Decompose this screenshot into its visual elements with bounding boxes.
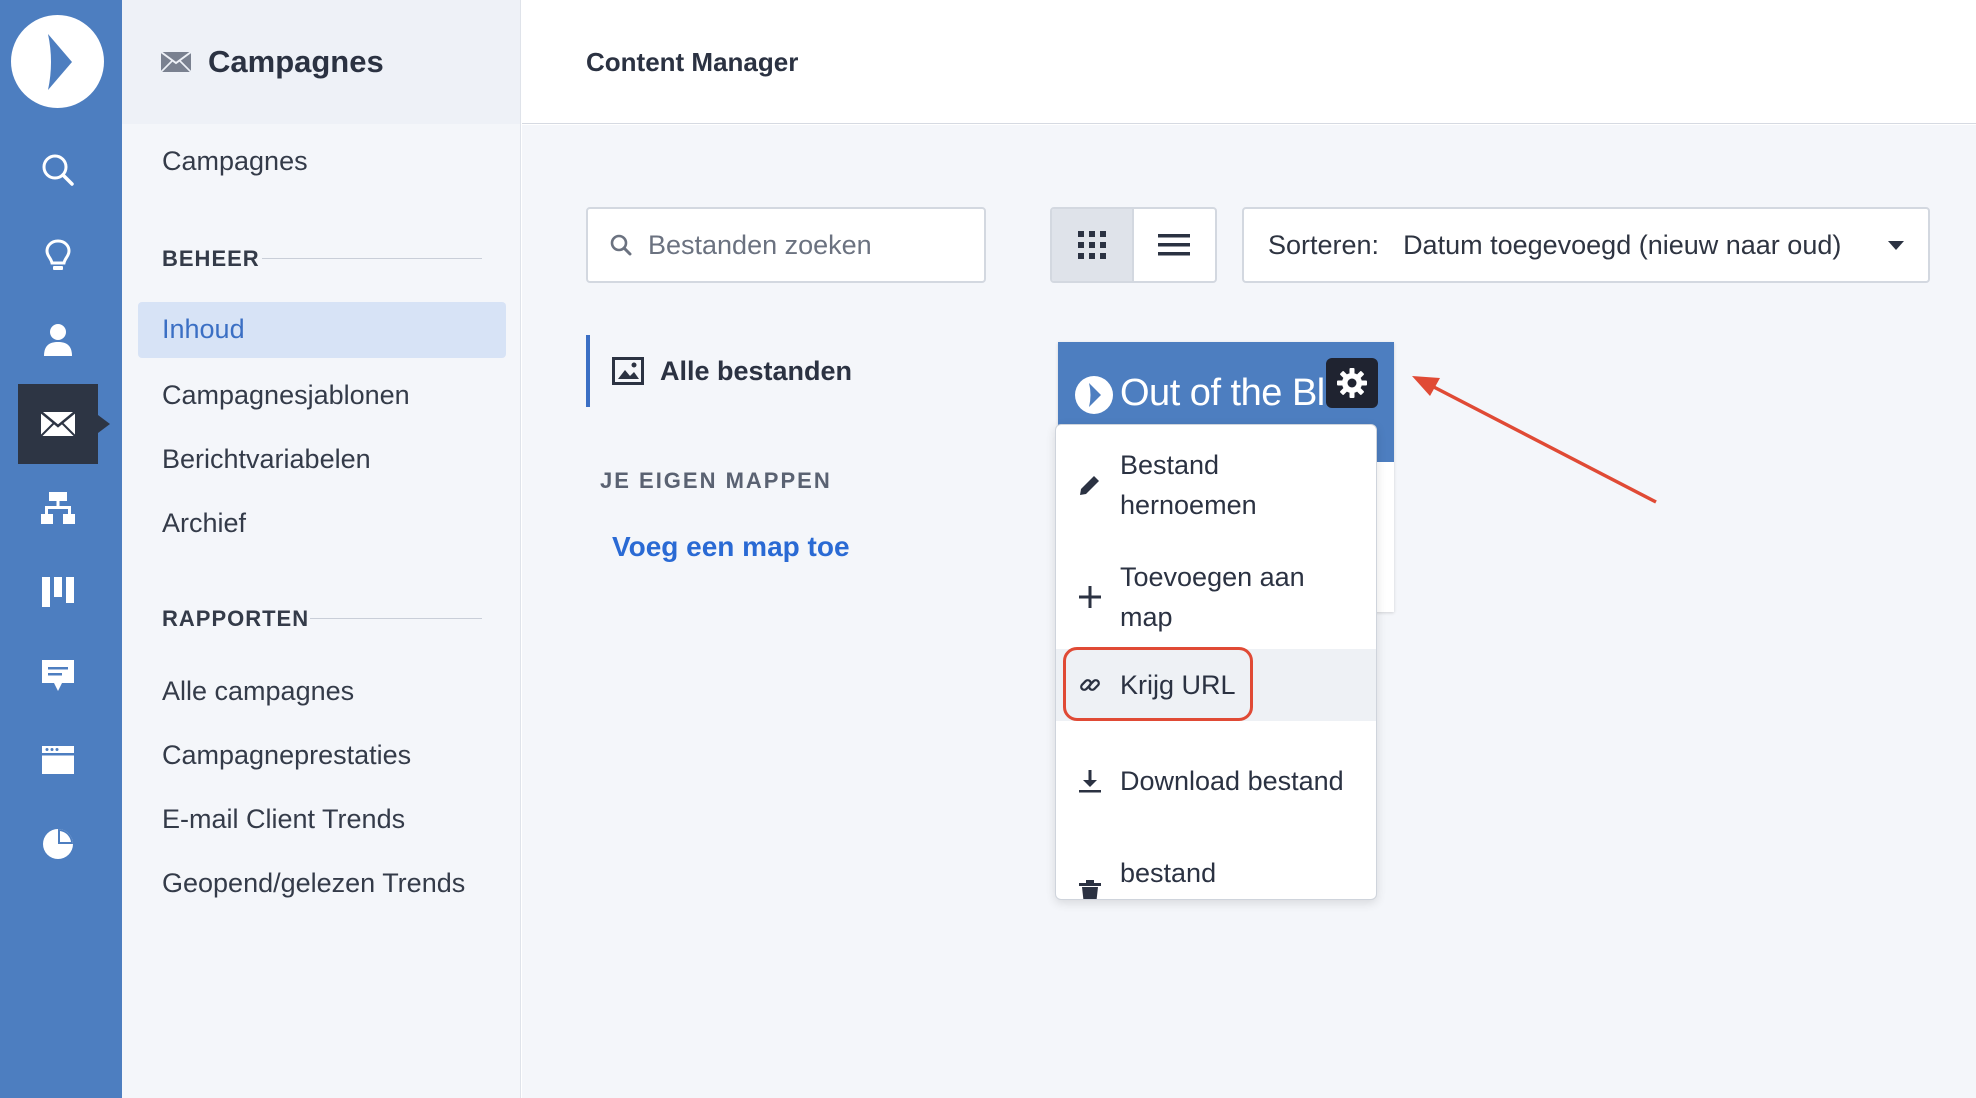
sidebar-title: Campagnes: [208, 44, 384, 79]
grid-icon: [1077, 231, 1106, 259]
menu-item-add-to-folder[interactable]: Toevoegen aan map: [1056, 547, 1376, 647]
sort-selected-value: Datum toegevoegd (nieuw naar oud): [1403, 229, 1842, 260]
file-actions-menu: Bestand hernoemen Toevoegen aan map Krij…: [1055, 424, 1377, 900]
search-input[interactable]: [648, 229, 968, 261]
board-icon: [42, 577, 74, 607]
sidebar-item-campagneprestaties[interactable]: Campagneprestaties: [162, 740, 411, 771]
sidebar-item-campagnes[interactable]: Campagnes: [162, 146, 308, 177]
rail-search[interactable]: [18, 130, 98, 210]
section-heading-rapporten: RAPPORTEN: [162, 606, 310, 631]
sort-dropdown[interactable]: Sorteren: Datum toegevoegd (nieuw naar o…: [1242, 207, 1930, 283]
sidebar-item-geopend-gelezen-trends[interactable]: Geopend/gelezen Trends: [162, 868, 465, 899]
brand-logo-icon: [1075, 376, 1113, 414]
sidebar-item-alle-campagnes[interactable]: Alle campagnes: [162, 676, 354, 707]
rail-campaigns[interactable]: [18, 384, 110, 464]
sidebar-item-campagnesjablonen[interactable]: Campagnesjablonen: [162, 380, 410, 411]
plus-icon: [1076, 583, 1104, 611]
menu-item-label: Toevoegen aan map: [1120, 562, 1305, 632]
icon-rail: [0, 0, 122, 1098]
menu-item-label: Bestand hernoemen: [1120, 450, 1257, 520]
download-icon: [1076, 767, 1104, 795]
grid-view-button[interactable]: [1052, 209, 1134, 281]
list-icon: [1158, 234, 1191, 256]
view-mode-toggle: [1050, 207, 1217, 283]
envelope-icon: [40, 411, 76, 437]
app-logo[interactable]: [11, 15, 104, 108]
sidebar-item-inhoud[interactable]: Inhoud: [138, 302, 506, 358]
folder-all-files[interactable]: Alle bestanden: [586, 335, 886, 407]
section-divider: [262, 258, 482, 259]
annotation-arrow-icon: [1412, 376, 1657, 504]
sidebar-item-email-client-trends[interactable]: E-mail Client Trends: [162, 804, 405, 835]
menu-item-rename[interactable]: Bestand hernoemen: [1056, 435, 1376, 535]
section-divider: [310, 618, 482, 619]
menu-item-download[interactable]: Download bestand: [1056, 731, 1376, 831]
page-title: Content Manager: [586, 47, 799, 77]
search-icon: [42, 154, 74, 186]
sort-label: Sorteren:: [1268, 229, 1380, 260]
campaigns-sidebar: Campagnes Campagnes BEHEER Inhoud Campag…: [122, 0, 521, 1098]
sidebar-item-label: Inhoud: [162, 314, 245, 344]
rail-ideas[interactable]: [18, 216, 98, 296]
lightbulb-icon: [45, 239, 71, 270]
section-heading-beheer: BEHEER: [162, 246, 260, 271]
rail-conversations[interactable]: [18, 636, 98, 716]
search-field[interactable]: [586, 207, 986, 283]
sitemap-icon: [41, 492, 75, 524]
folder-all-files-label: Alle bestanden: [660, 355, 853, 386]
pie-chart-icon: [43, 829, 73, 859]
caret-down-icon: [1888, 241, 1904, 250]
add-folder-link[interactable]: Voeg een map toe: [612, 531, 850, 563]
browser-window-icon: [42, 746, 74, 774]
envelope-icon: [160, 51, 192, 73]
trash-icon: [1076, 879, 1104, 899]
sidebar-header: Campagnes: [122, 0, 520, 124]
rail-website[interactable]: [18, 720, 98, 800]
sidebar-item-berichtvariabelen[interactable]: Berichtvariabelen: [162, 444, 371, 475]
chat-icon: [42, 660, 74, 691]
image-icon: [612, 357, 644, 385]
rail-deals[interactable]: [18, 552, 98, 632]
file-settings-button[interactable]: [1326, 358, 1378, 408]
person-icon: [44, 324, 72, 356]
annotation-highlight-ring: [1063, 647, 1253, 721]
menu-item-label: Download bestand: [1120, 766, 1344, 796]
page-header: Content Manager: [522, 0, 1976, 124]
list-view-button[interactable]: [1134, 209, 1216, 281]
own-folders-heading: JE EIGEN MAPPEN: [600, 468, 832, 493]
pencil-icon: [1076, 471, 1104, 499]
rail-reports[interactable]: [18, 804, 98, 884]
rail-automations[interactable]: [18, 468, 98, 548]
sidebar-item-archief[interactable]: Archief: [162, 508, 246, 539]
logo-chevron-icon: [47, 33, 72, 90]
menu-item-delete[interactable]: bestand verwijderen: [1056, 843, 1376, 899]
gear-icon: [1337, 368, 1367, 398]
search-icon: [610, 234, 632, 256]
menu-item-label: bestand verwijderen: [1120, 858, 1258, 899]
rail-contacts[interactable]: [18, 300, 98, 380]
